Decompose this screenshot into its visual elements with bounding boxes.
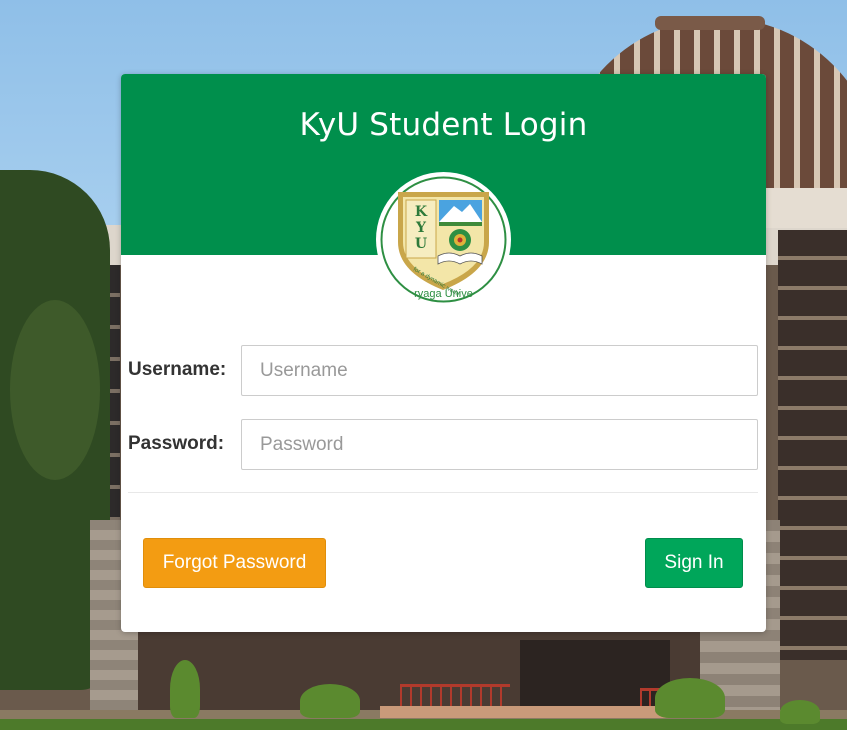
page-title: KyU Student Login — [299, 107, 588, 143]
logo-footer-text: ryaga Unive — [414, 288, 473, 300]
login-page: KyU Student Login K Y U for a dynamic wo… — [0, 0, 847, 730]
background-shrub — [300, 684, 360, 718]
password-label: Password: — [128, 433, 225, 454]
password-row: Password: — [121, 419, 766, 471]
login-panel: KyU Student Login K Y U for a dynamic wo… — [121, 74, 766, 632]
background-dome-cap — [655, 16, 765, 30]
username-label: Username: — [128, 359, 227, 380]
background-shrub — [780, 700, 820, 724]
username-input[interactable] — [241, 345, 758, 396]
background-steps — [380, 706, 700, 718]
svg-text:Y: Y — [415, 220, 427, 236]
svg-text:U: U — [415, 236, 427, 252]
background-grass — [0, 719, 847, 730]
background-shrub — [655, 678, 725, 718]
background-windows-right — [778, 230, 847, 660]
username-row: Username: — [121, 345, 766, 397]
sign-in-button[interactable]: Sign In — [645, 538, 743, 588]
kyu-crest-icon: K Y U for a dynamic world — [380, 176, 507, 303]
forgot-password-button[interactable]: Forgot Password — [143, 538, 326, 588]
background-roofline-right — [765, 188, 847, 228]
form-divider — [128, 492, 758, 493]
svg-text:K: K — [415, 204, 428, 220]
background-tree-foliage — [10, 300, 100, 480]
university-logo: K Y U for a dynamic world ryaga Unive — [376, 172, 511, 307]
password-input[interactable] — [241, 419, 758, 470]
background-shrub — [170, 660, 200, 718]
